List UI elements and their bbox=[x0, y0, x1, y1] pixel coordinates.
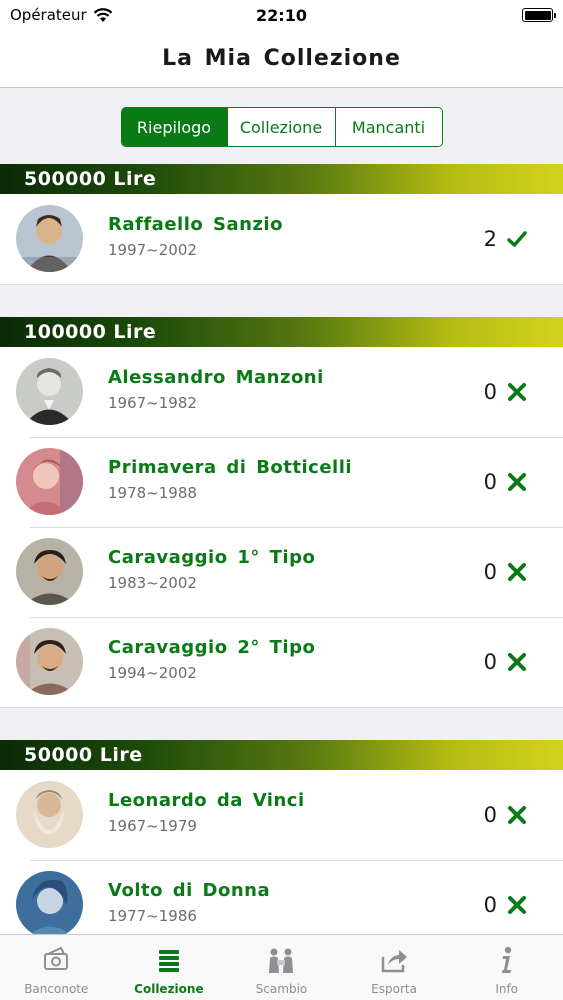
tab-bar: Banconote Collezione Scambio Esporta Inf… bbox=[0, 934, 563, 1000]
owned-count: 0 bbox=[483, 650, 497, 674]
status-carrier-group: Opérateur bbox=[10, 6, 113, 24]
checkmark-icon bbox=[507, 231, 527, 247]
banknote-row[interactable]: Leonardo da Vinci 1967~1979 0 bbox=[0, 770, 563, 860]
row-text: Caravaggio 2° Tipo 1994~2002 bbox=[108, 637, 315, 682]
cross-icon bbox=[508, 806, 526, 824]
owned-count: 0 bbox=[483, 380, 497, 404]
collection-stack-icon bbox=[158, 950, 179, 972]
banknote-row[interactable]: Volto di Donna 1977~1986 0 bbox=[0, 860, 563, 934]
banknote-row[interactable]: Caravaggio 2° Tipo 1994~2002 0 bbox=[0, 617, 563, 707]
section-title: 100000 Lire bbox=[24, 321, 157, 343]
banknote-portrait-botticelli bbox=[16, 448, 83, 515]
banknote-icon bbox=[44, 946, 69, 970]
banknote-years: 1994~2002 bbox=[108, 664, 197, 682]
section-header: 50000 Lire bbox=[0, 740, 563, 770]
banknote-portrait-leonardo bbox=[16, 781, 83, 848]
cross-icon bbox=[508, 383, 526, 401]
row-text: Raffaello Sanzio 1997~2002 bbox=[108, 214, 283, 259]
carrier-label: Opérateur bbox=[10, 6, 87, 24]
banknote-name: Alessandro Manzoni bbox=[108, 367, 324, 388]
segment-riepilogo[interactable]: Riepilogo bbox=[121, 108, 228, 146]
banknote-row[interactable]: Caravaggio 1° Tipo 1983~2002 0 bbox=[0, 527, 563, 617]
banknote-years: 1967~1982 bbox=[108, 394, 197, 412]
status-bar: Opérateur 22:10 bbox=[0, 0, 563, 30]
cross-icon bbox=[508, 896, 526, 914]
exchange-people-icon bbox=[269, 948, 294, 973]
tab-label: Esporta bbox=[371, 982, 417, 996]
banknote-name: Leonardo da Vinci bbox=[108, 790, 305, 811]
segmented-control: Riepilogo Collezione Mancanti bbox=[120, 107, 443, 147]
section-header: 100000 Lire bbox=[0, 317, 563, 347]
banknote-name: Volto di Donna bbox=[108, 880, 271, 901]
owned-count: 0 bbox=[483, 470, 497, 494]
tab-label: Info bbox=[495, 982, 519, 996]
banknote-name: Caravaggio 1° Tipo bbox=[108, 547, 316, 568]
collection-list[interactable]: 500000 Lire Raffaello Sanzio 1997~2002 2… bbox=[0, 164, 563, 934]
banknote-portrait-caravaggio-2 bbox=[16, 628, 83, 695]
section-gap bbox=[0, 708, 563, 740]
banknote-years: 1983~2002 bbox=[108, 574, 197, 592]
banknote-years: 1978~1988 bbox=[108, 484, 197, 502]
cross-icon bbox=[508, 653, 526, 671]
navigation-bar: La Mia Collezione bbox=[0, 30, 563, 88]
owned-count: 0 bbox=[483, 560, 497, 584]
row-text: Alessandro Manzoni 1967~1982 bbox=[108, 367, 324, 412]
cross-icon bbox=[508, 563, 526, 581]
banknote-row[interactable]: Alessandro Manzoni 1967~1982 0 bbox=[0, 347, 563, 437]
info-icon bbox=[501, 946, 511, 973]
banknote-name: Caravaggio 2° Tipo bbox=[108, 637, 316, 658]
banknote-row[interactable]: Primavera di Botticelli 1978~1988 0 bbox=[0, 437, 563, 527]
section-header: 500000 Lire bbox=[0, 164, 563, 194]
banknote-portrait-manzoni bbox=[16, 358, 83, 425]
wifi-icon bbox=[93, 8, 112, 22]
section-title: 50000 Lire bbox=[24, 744, 143, 766]
owned-count: 0 bbox=[483, 893, 497, 917]
banknote-portrait-volto-di-donna bbox=[16, 871, 83, 934]
banknote-name: Raffaello Sanzio bbox=[108, 214, 283, 235]
tab-info[interactable]: Info bbox=[450, 935, 563, 1000]
cross-icon bbox=[508, 473, 526, 491]
section-gap bbox=[0, 285, 563, 317]
tab-scambio[interactable]: Scambio bbox=[225, 935, 338, 1000]
row-text: Caravaggio 1° Tipo 1983~2002 bbox=[108, 547, 315, 592]
segmented-control-wrapper: Riepilogo Collezione Mancanti bbox=[0, 107, 563, 147]
section-title: 500000 Lire bbox=[24, 168, 157, 190]
row-text: Leonardo da Vinci 1967~1979 bbox=[108, 790, 305, 835]
tab-label: Banconote bbox=[24, 982, 89, 996]
banknote-years: 1997~2002 bbox=[108, 241, 197, 259]
banknote-years: 1977~1986 bbox=[108, 907, 197, 925]
segment-mancanti[interactable]: Mancanti bbox=[335, 108, 442, 146]
tab-banconote[interactable]: Banconote bbox=[0, 935, 113, 1000]
banknote-row[interactable]: Raffaello Sanzio 1997~2002 2 bbox=[0, 194, 563, 284]
segment-collezione[interactable]: Collezione bbox=[227, 108, 336, 146]
page-title: La Mia Collezione bbox=[162, 46, 401, 71]
banknote-years: 1967~1979 bbox=[108, 817, 197, 835]
banknote-portrait-caravaggio-1 bbox=[16, 538, 83, 605]
row-text: Volto di Donna 1977~1986 bbox=[108, 880, 270, 925]
tab-label: Collezione bbox=[134, 982, 204, 996]
owned-count: 0 bbox=[483, 803, 497, 827]
banknote-portrait-raffaello bbox=[16, 205, 83, 272]
tab-esporta[interactable]: Esporta bbox=[338, 935, 451, 1000]
tab-collezione[interactable]: Collezione bbox=[113, 935, 226, 1000]
tab-label: Scambio bbox=[255, 982, 308, 996]
banknote-name: Primavera di Botticelli bbox=[108, 457, 353, 478]
battery-icon bbox=[522, 8, 556, 22]
owned-count: 2 bbox=[483, 227, 497, 251]
row-text: Primavera di Botticelli 1978~1988 bbox=[108, 457, 352, 502]
share-export-icon bbox=[381, 950, 408, 973]
